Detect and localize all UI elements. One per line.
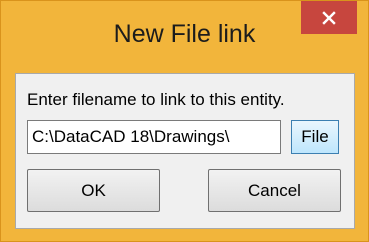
cancel-button[interactable]: Cancel <box>208 169 341 212</box>
close-button[interactable] <box>301 1 357 34</box>
dialog-window: New File link Enter filename to link to … <box>0 0 369 242</box>
close-icon <box>322 10 336 25</box>
filename-input[interactable] <box>27 120 281 154</box>
dialog-body: Enter filename to link to this entity. F… <box>15 73 355 229</box>
file-browse-button[interactable]: File <box>291 120 339 154</box>
title-bar[interactable]: New File link <box>1 1 368 73</box>
ok-button[interactable]: OK <box>27 169 160 212</box>
prompt-label: Enter filename to link to this entity. <box>27 90 285 109</box>
